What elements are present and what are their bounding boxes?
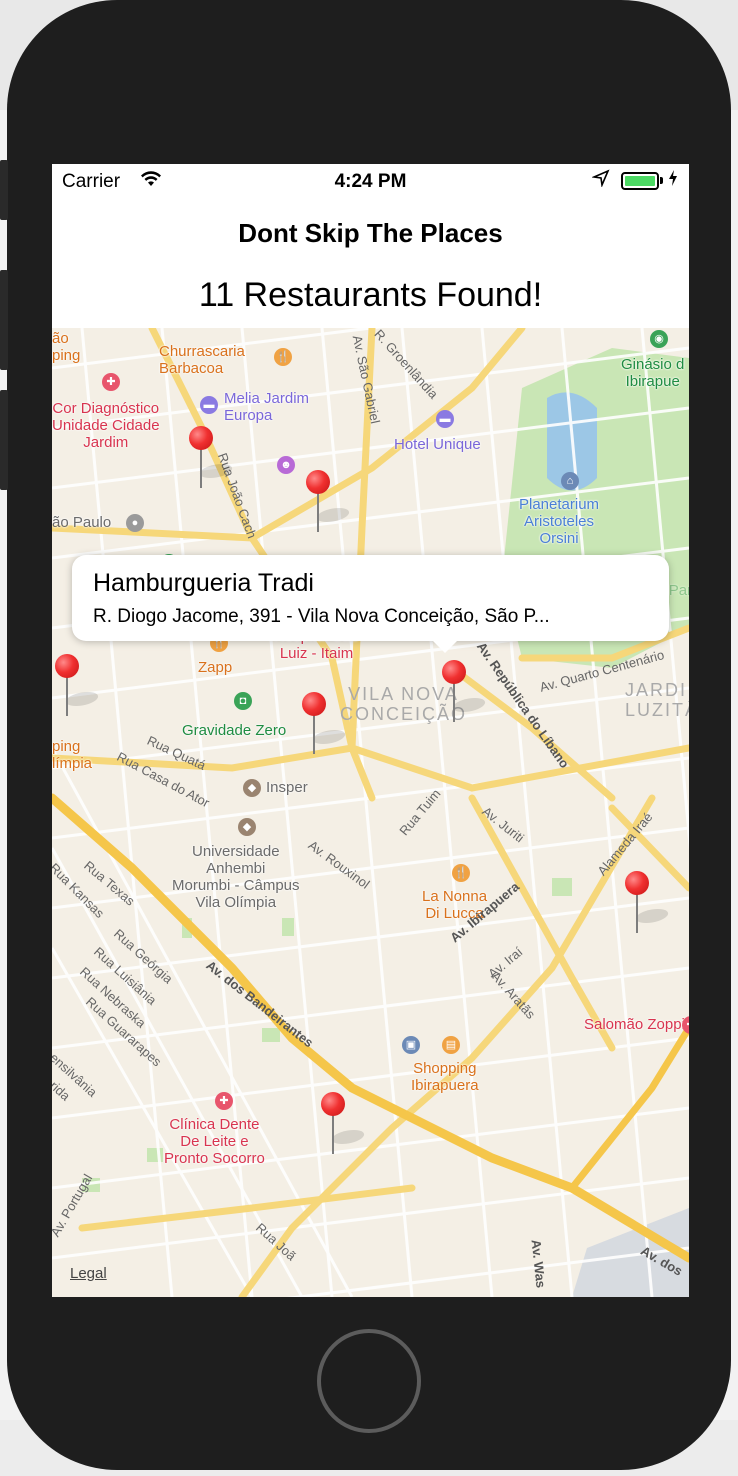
poi-shopping-vila-olimpia[interactable]: ping límpia (52, 738, 92, 772)
transit-icon: ▣ (402, 1036, 420, 1054)
nav-title: Dont Skip The Places (238, 218, 503, 248)
poi-shopping-top[interactable]: ão ping (52, 330, 80, 364)
restaurant-icon: 🍴 (274, 348, 292, 366)
volume-up-button (0, 270, 8, 370)
poi-sao-paulo[interactable]: ão Paulo (52, 514, 111, 531)
restaurant-pin[interactable] (306, 470, 354, 532)
poi-salomao-zoppi[interactable]: Salomão Zoppi (584, 1016, 685, 1033)
status-bar: Carrier 4:24 PM (52, 164, 689, 200)
theater-icon: ☻ (277, 456, 295, 474)
map-base (52, 328, 689, 1297)
stadium-icon: ◉ (650, 330, 668, 348)
poi-churrascaria-barbacoa[interactable]: Churrascaria Barbacoa (159, 343, 245, 377)
place-icon: ● (126, 514, 144, 532)
callout-title: Hamburgueria Tradi (93, 569, 314, 597)
restaurant-pin[interactable] (55, 654, 103, 716)
restaurant-pin-selected[interactable] (442, 660, 490, 722)
mute-switch (0, 160, 8, 220)
restaurant-pin[interactable] (302, 692, 350, 754)
annotation-callout[interactable]: Hamburgueria Tradi R. Diogo Jacome, 391 … (72, 555, 669, 653)
map-view[interactable]: Churrascaria Barbacoa 🍴 ✚ Cor Diagnóstic… (52, 328, 689, 1297)
app-screen: Carrier 4:24 PM Dont Skip The Places 11 … (52, 164, 689, 1297)
poi-planetarium[interactable]: Planetarium Aristoteles Orsini (519, 496, 599, 547)
hotel-icon: ▬ (436, 410, 454, 428)
school-icon: ◆ (243, 779, 261, 797)
hotel-icon: ▬ (200, 396, 218, 414)
legal-link[interactable]: Legal (70, 1265, 107, 1282)
charging-bolt-icon (668, 169, 678, 192)
poi-gravidade-zero[interactable]: Gravidade Zero (182, 722, 286, 739)
poi-ginasio-ibirapuera[interactable]: Ginásio d Ibirapue (621, 356, 684, 390)
museum-icon: ⌂ (561, 472, 579, 490)
battery-icon (621, 172, 659, 190)
poi-hotel-unique[interactable]: Hotel Unique (394, 436, 481, 453)
poi-clinica-dente-de-leite[interactable]: Clínica Dente De Leite e Pronto Socorro (164, 1116, 265, 1167)
restaurant-icon: 🍴 (452, 864, 470, 882)
restaurant-pin[interactable] (321, 1092, 369, 1154)
restaurant-pin[interactable] (625, 871, 673, 933)
location-arrow-icon (591, 169, 610, 193)
poi-insper[interactable]: Insper (266, 779, 308, 796)
poi-universidade-anhembi[interactable]: Universidade Anhembi Morumbi - Câmpus Vi… (172, 843, 300, 911)
poi-shopping-ibirapuera[interactable]: Shopping Ibirapuera (411, 1060, 479, 1094)
volume-down-button (0, 390, 8, 490)
school-icon: ◆ (238, 818, 256, 836)
home-button[interactable] (317, 1329, 421, 1433)
shopping-icon: ▤ (442, 1036, 460, 1054)
restaurant-pin[interactable] (189, 426, 237, 488)
hospital-icon: ✚ (102, 373, 120, 391)
entertainment-icon: ◘ (234, 692, 252, 710)
restaurants-found-label: 11 Restaurants Found! (198, 276, 543, 314)
hospital-icon: ✚ (215, 1092, 233, 1110)
district-jardim-luzitania: JARDI LUZITÂ (625, 680, 689, 720)
callout-subtitle: R. Diogo Jacome, 391 - Vila Nova Conceiç… (93, 606, 550, 627)
poi-cor-diagnostico[interactable]: Cor Diagnóstico Unidade Cidade Jardim (52, 400, 160, 451)
poi-zapp[interactable]: Zapp (198, 659, 232, 676)
poi-melia-jardim-europa[interactable]: Melia Jardim Europa (224, 390, 309, 424)
battery-tip (660, 177, 663, 184)
